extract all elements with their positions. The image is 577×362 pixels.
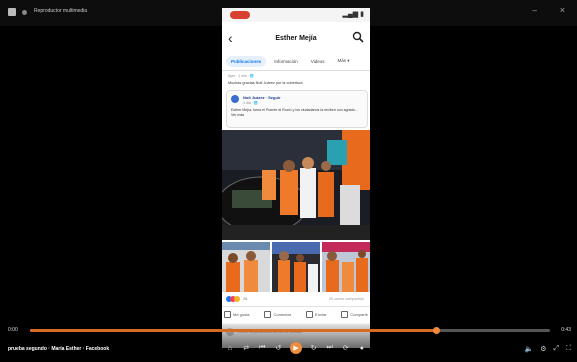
seek-progress bbox=[30, 329, 436, 332]
previous-icon[interactable]: ⏮ bbox=[258, 344, 267, 353]
post-main-photo[interactable] bbox=[222, 130, 370, 240]
post-text: Muchas gracias Noti Juárez por la cobert… bbox=[228, 81, 304, 85]
rewind-icon[interactable]: ↺ bbox=[274, 344, 283, 353]
next-icon[interactable]: ⏭ bbox=[325, 344, 334, 353]
seek-bar[interactable] bbox=[30, 327, 550, 334]
like-label: Me gusta bbox=[233, 312, 250, 317]
care-reaction-icon bbox=[234, 296, 240, 302]
tab-publicaciones[interactable]: Publicaciones bbox=[226, 55, 267, 67]
total-time: 0:43 bbox=[561, 327, 571, 333]
fullscreen-icon[interactable]: ⛶ bbox=[566, 345, 571, 353]
like-icon bbox=[224, 311, 231, 318]
shuffle-icon[interactable]: ⇄ bbox=[242, 344, 251, 353]
signal-battery-icon: ▂▄▆ ▮ bbox=[342, 11, 364, 18]
tab-videos[interactable]: Videos bbox=[306, 56, 330, 67]
post-meta: Ayer · 1 min · 🌐 bbox=[228, 74, 255, 78]
shared-post-card[interactable]: Noti Juárez · Seguir 1 día · 🌐 Esther Me… bbox=[226, 90, 368, 128]
forward-icon[interactable]: ↻ bbox=[309, 344, 318, 353]
elapsed-time: 0:00 bbox=[8, 327, 18, 333]
shared-author[interactable]: Noti Juárez · Seguir bbox=[243, 95, 281, 100]
volume-icon[interactable]: 🔈 bbox=[524, 345, 533, 353]
page-title: Esther Mejía bbox=[275, 35, 317, 42]
share-icon bbox=[341, 311, 349, 318]
comment-button[interactable]: Comentar bbox=[264, 311, 291, 318]
shared-text: Esther Mejía, toma el Puente al Rocío y … bbox=[231, 108, 358, 117]
send-icon bbox=[306, 311, 314, 318]
player-right-controls: 🔈 ⚙ ⤢ ⛶ bbox=[524, 345, 571, 353]
share-button[interactable]: Compartir bbox=[341, 311, 368, 318]
play-button[interactable]: ▶ bbox=[289, 342, 302, 354]
video-title: prueba segundo · María Esther · Facebook bbox=[8, 346, 110, 352]
post-actions: Me gusta Comentar Enviar Compartir bbox=[224, 311, 368, 318]
close-button[interactable]: × bbox=[560, 5, 565, 15]
send-label: Enviar bbox=[315, 312, 327, 317]
playback-controls: ⌂ ⇄ ⏮ ↺ ▶ ↻ ⏭ ⟳ ● bbox=[222, 340, 370, 356]
profile-tabs: Publicaciones Información Videos Más ▾ bbox=[226, 54, 366, 68]
post-photo-thumb[interactable] bbox=[222, 242, 270, 292]
share-label: Compartir bbox=[350, 312, 368, 317]
divider bbox=[222, 306, 370, 307]
reaction-summary[interactable]: 28 bbox=[226, 296, 247, 302]
titlebar-icons bbox=[8, 8, 27, 16]
reaction-count: 28 bbox=[243, 297, 248, 301]
avatar bbox=[231, 95, 239, 103]
post-photo-grid bbox=[222, 242, 370, 292]
profile-appbar: ‹ Esther Mejía bbox=[222, 26, 370, 52]
video-frame-phone-screen: ▂▄▆ ▮ ‹ Esther Mejía Publicaciones Infor… bbox=[222, 8, 370, 348]
phone-status-bar: ▂▄▆ ▮ bbox=[222, 8, 370, 22]
recording-indicator-icon bbox=[230, 11, 250, 19]
post-photo-thumb[interactable] bbox=[272, 242, 320, 292]
repeat-icon[interactable]: ⟳ bbox=[341, 344, 350, 353]
menu-dot-icon[interactable] bbox=[22, 9, 27, 15]
seek-handle[interactable] bbox=[432, 327, 440, 334]
miniplayer-icon[interactable]: ⤢ bbox=[553, 345, 559, 353]
comment-icon bbox=[264, 311, 272, 318]
tab-informacion[interactable]: Información bbox=[269, 56, 303, 67]
comment-label: Comentar bbox=[273, 312, 292, 317]
tab-mas[interactable]: Más ▾ bbox=[332, 55, 354, 67]
search-icon[interactable] bbox=[352, 31, 364, 43]
settings-icon[interactable]: ⚙ bbox=[540, 345, 546, 353]
send-button[interactable]: Enviar bbox=[306, 311, 326, 318]
post-photo-thumb[interactable] bbox=[322, 242, 370, 292]
shared-meta: 1 día · 🌐 bbox=[243, 101, 259, 105]
minimize-button[interactable]: – bbox=[533, 6, 537, 15]
window-title: Reproductor multimedia bbox=[34, 8, 88, 14]
app-icon bbox=[8, 8, 16, 16]
home-icon[interactable]: ⌂ bbox=[226, 344, 235, 353]
like-button[interactable]: Me gusta bbox=[224, 311, 249, 318]
profile-icon[interactable]: ● bbox=[357, 344, 366, 353]
divider bbox=[222, 70, 370, 71]
shares-count[interactable]: 20 veces compartido bbox=[329, 297, 364, 301]
